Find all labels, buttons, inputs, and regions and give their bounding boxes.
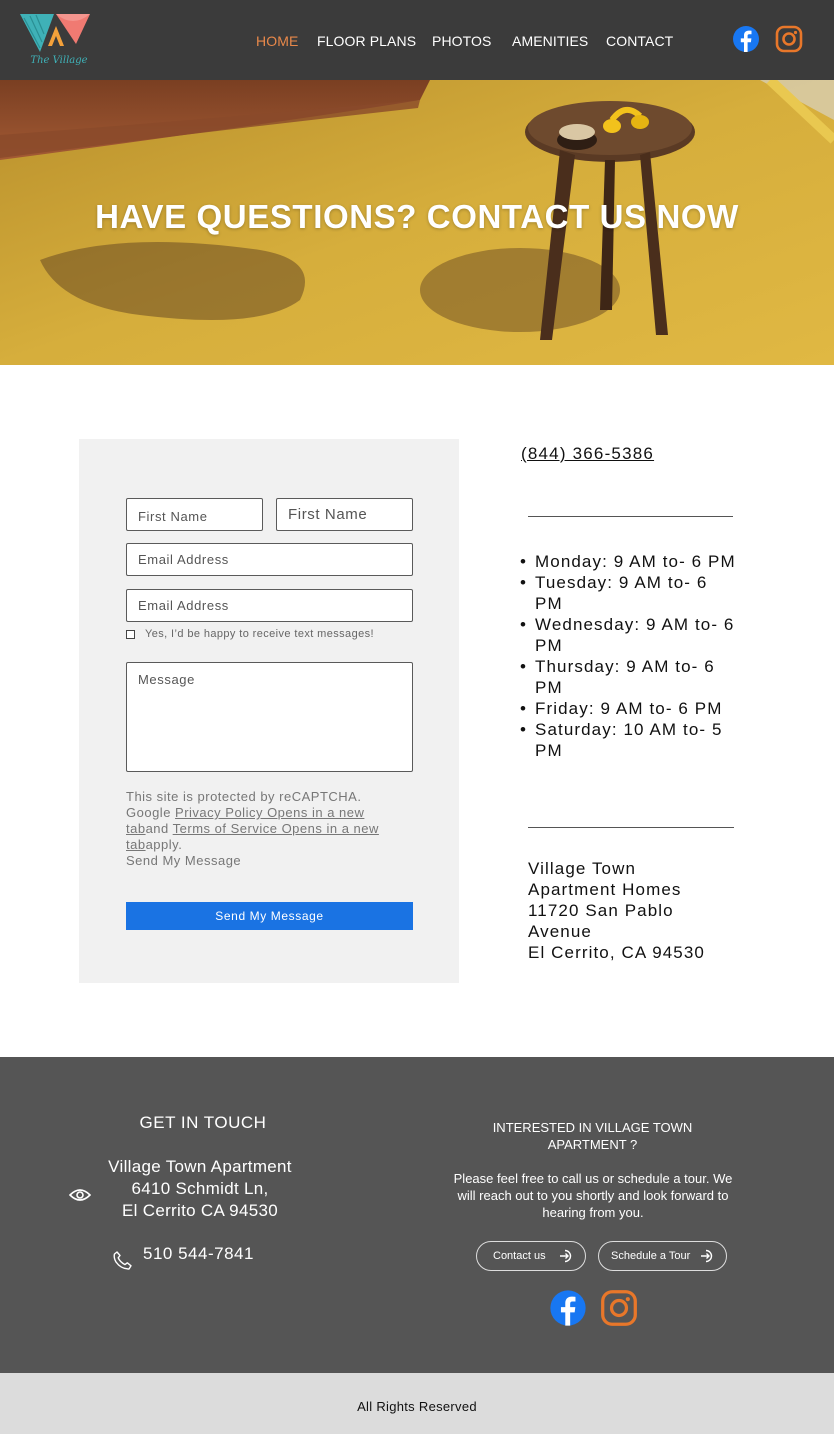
last-name-input[interactable] (277, 499, 412, 530)
interested-text: Please feel free to call us or schedule … (453, 1171, 733, 1220)
copyright-bar: All Rights Reserved (0, 1373, 834, 1434)
nav-photos[interactable]: PHOTOS (432, 33, 491, 49)
sms-opt-in-checkbox[interactable] (126, 630, 135, 639)
hours-item: Thursday: 9 AM to- 6 PM (520, 656, 736, 698)
nav-home[interactable]: HOME (256, 33, 298, 49)
interested-heading: INTERESTED IN VILLAGE TOWN APARTMENT ? (492, 1120, 693, 1152)
footer-phone-link[interactable]: 510 544-7841 (143, 1244, 254, 1264)
hours-item: Wednesday: 9 AM to- 6 PM (520, 614, 736, 656)
hours-item: Saturday: 10 AM to- 5 PM (520, 719, 736, 761)
recaptcha-and: and (145, 821, 173, 836)
schedule-tour-label: Schedule a Tour (611, 1250, 691, 1262)
email-field[interactable] (126, 543, 413, 576)
village-logo[interactable]: The Village (20, 12, 92, 72)
message-field[interactable] (126, 662, 413, 772)
footer-address: Village Town Apartment 6410 Schmidt Ln, … (90, 1156, 310, 1222)
footer-address-line: Village Town Apartment (108, 1157, 292, 1176)
footer-address-line: El Cerrito CA 94530 (122, 1201, 278, 1220)
property-address: Village Town Apartment Homes 11720 San P… (528, 858, 718, 963)
logo-mark (20, 14, 90, 52)
site-header: The Village HOME FLOOR PLANS PHOTOS AMEN… (0, 0, 834, 80)
recaptcha-suffix: apply. (145, 837, 183, 852)
last-name-field[interactable] (276, 498, 413, 531)
hero-banner: HAVE QUESTIONS? CONTACT US NOW (0, 80, 834, 365)
facebook-icon[interactable] (732, 25, 760, 58)
contact-us-button[interactable]: Contact us (476, 1241, 586, 1271)
email-confirm-input[interactable] (127, 590, 412, 621)
contact-us-label: Contact us (493, 1250, 546, 1262)
hours-item: Monday: 9 AM to- 6 PM (520, 551, 736, 572)
get-in-touch-heading: GET IN TOUCH (139, 1113, 267, 1132)
contact-form: Yes, I’d be happy to receive text messag… (79, 439, 459, 983)
address-line: Village Town Apartment Homes (528, 859, 682, 899)
divider-top (528, 516, 733, 517)
hero-title: HAVE QUESTIONS? CONTACT US NOW (95, 198, 739, 235)
footer-instagram-icon[interactable] (600, 1289, 638, 1332)
send-message-button[interactable]: Send My Message (126, 902, 413, 930)
phone-link[interactable]: (844) 366-5386 (521, 444, 654, 464)
recaptcha-send-text: Send My Message (126, 853, 242, 868)
nav-floor-plans[interactable]: FLOOR PLANS (317, 33, 416, 49)
email-input[interactable] (127, 544, 412, 575)
logo-text: The Village (30, 55, 88, 66)
nav-contact[interactable]: CONTACT (606, 33, 673, 49)
first-name-field[interactable] (126, 498, 263, 531)
address-line: 11720 San Pablo Avenue (528, 901, 674, 941)
site-footer: GET IN TOUCH Village Town Apartment 6410… (0, 1057, 834, 1373)
arrow-right-icon (701, 1249, 713, 1263)
sms-opt-in-label: Yes, I’d be happy to receive text messag… (145, 628, 374, 640)
email-confirm-field[interactable] (126, 589, 413, 622)
footer-address-line: 6410 Schmidt Ln, (131, 1179, 269, 1198)
phone-icon (113, 1251, 132, 1275)
hours-item: Tuesday: 9 AM to- 6 PM (520, 572, 736, 614)
schedule-tour-button[interactable]: Schedule a Tour (598, 1241, 727, 1271)
office-hours-list: Monday: 9 AM to- 6 PM Tuesday: 9 AM to- … (520, 551, 736, 761)
address-line: El Cerrito, CA 94530 (528, 943, 705, 962)
footer-facebook-icon[interactable] (549, 1289, 587, 1332)
message-textarea[interactable] (127, 663, 412, 771)
location-eye-icon (68, 1187, 92, 1208)
first-name-input[interactable] (127, 499, 262, 530)
hours-item: Friday: 9 AM to- 6 PM (520, 698, 736, 719)
divider-bottom (528, 827, 734, 828)
nav-amenities[interactable]: AMENITIES (512, 33, 588, 49)
arrow-right-icon (560, 1249, 572, 1263)
instagram-icon[interactable] (775, 25, 803, 58)
recaptcha-notice: This site is protected by reCAPTCHA. Goo… (126, 789, 386, 869)
